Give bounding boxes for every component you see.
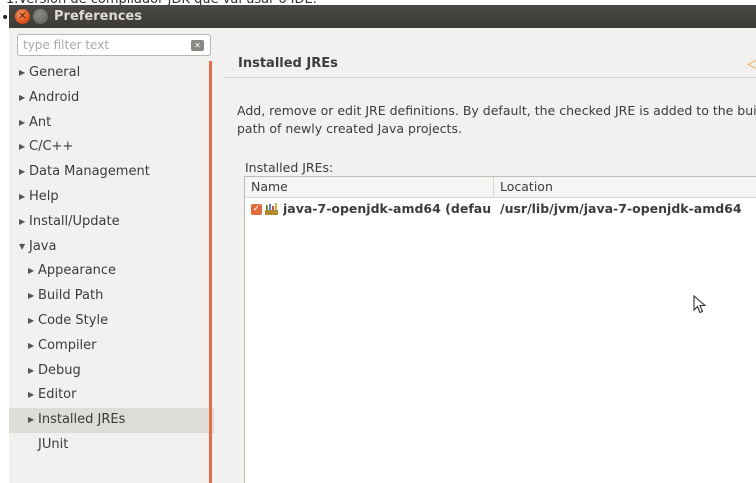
expand-right-icon[interactable]: ▶ xyxy=(19,61,29,86)
preferences-tree: ▶ General ▶ Android ▶ Ant ▶ C/C++ ▶ Data Manageme… xyxy=(9,61,214,458)
expand-right-icon[interactable]: ▶ xyxy=(28,259,38,284)
expand-right-icon[interactable]: ▶ xyxy=(19,111,29,136)
column-header-name[interactable]: Name xyxy=(251,179,288,194)
table-header: Name Location xyxy=(245,177,756,198)
tree-item[interactable]: ▶ Android xyxy=(9,86,214,111)
preferences-window: ✕ Preferences type filter text ✕ ▶ Genera… xyxy=(9,5,756,483)
tree-item-label: Build Path xyxy=(38,288,104,304)
tree-item-label: Install/Update xyxy=(29,213,120,229)
tree-item-label: Data Management xyxy=(29,164,150,180)
page-title: Installed JREs xyxy=(238,56,338,71)
expand-right-icon[interactable]: ▶ xyxy=(19,185,29,210)
expand-right-icon[interactable]: ▶ xyxy=(19,210,29,235)
expand-right-icon[interactable]: ▶ xyxy=(28,309,38,334)
tree-item-label: Debug xyxy=(38,362,81,378)
tree-item-label: Java xyxy=(29,238,57,254)
expand-right-icon[interactable]: ▶ xyxy=(19,86,29,111)
filter-placeholder: type filter text xyxy=(23,38,110,52)
tree-item-label: C/C++ xyxy=(29,139,74,155)
back-arrow-icon[interactable]: ◁ xyxy=(747,56,756,72)
tree-item[interactable]: ▶ Build Path xyxy=(9,284,214,309)
tree-item-label: Code Style xyxy=(38,312,109,328)
tree-item[interactable]: ▼ Java xyxy=(9,235,214,260)
tree-item-label: Installed JREs xyxy=(38,412,126,428)
description-line-1: Add, remove or edit JRE definitions. By … xyxy=(237,103,756,118)
tree-item[interactable]: ▶ Editor xyxy=(9,383,214,408)
preference-page: Installed JREs ◁ Add, remove or edit JRE… xyxy=(223,28,756,483)
tree-item[interactable]: ▶ C/C++ xyxy=(9,135,214,160)
jre-name-cell: java-7-openjdk-amd64 (default) xyxy=(283,201,491,216)
column-separator[interactable] xyxy=(493,177,494,198)
header-divider xyxy=(223,77,756,78)
expand-right-icon[interactable]: ▶ xyxy=(28,284,38,309)
expand-right-icon[interactable]: ▶ xyxy=(19,135,29,160)
jre-library-icon xyxy=(265,203,278,215)
installed-jres-label: Installed JREs: xyxy=(245,160,334,175)
window-title: Preferences xyxy=(54,9,142,24)
tree-item-label: Appearance xyxy=(38,263,117,279)
tree-item-label: Android xyxy=(29,89,80,105)
tree-item-label: Compiler xyxy=(38,337,97,353)
tree-item-label: General xyxy=(29,65,81,80)
column-header-location[interactable]: Location xyxy=(500,179,553,194)
mouse-pointer-icon xyxy=(693,295,707,314)
clear-filter-icon[interactable]: ✕ xyxy=(191,40,204,51)
tree-item[interactable]: ▶ Debug xyxy=(9,359,214,384)
tree-item[interactable]: ▶ Install/Update xyxy=(9,210,214,235)
jre-checkbox[interactable]: ✓ xyxy=(251,204,262,215)
filter-input[interactable]: type filter text ✕ xyxy=(17,34,211,56)
pane-splitter[interactable] xyxy=(209,61,212,483)
expand-down-icon[interactable]: ▼ xyxy=(19,235,29,260)
table-row[interactable]: ✓ java-7-openjdk-amd64 (default) /usr/li… xyxy=(245,199,756,219)
tree-item[interactable]: ▶ Compiler xyxy=(9,334,214,359)
expand-right-icon[interactable]: ▶ xyxy=(19,160,29,185)
minimize-icon[interactable] xyxy=(33,9,48,24)
expand-right-icon[interactable]: ▶ xyxy=(28,359,38,384)
title-bar: ✕ Preferences xyxy=(9,5,756,28)
expand-right-icon[interactable]: ▶ xyxy=(28,334,38,359)
tree-item[interactable]: ▶ Appearance xyxy=(9,259,214,284)
tree-item[interactable]: ▶ Code Style xyxy=(9,309,214,334)
jre-location-cell: /usr/lib/jvm/java-7-openjdk-amd64 xyxy=(500,201,742,216)
description-line-2: path of newly created Java projects. xyxy=(237,121,462,136)
tree-item-label: JUnit xyxy=(38,436,69,452)
tree-item[interactable]: JUnit xyxy=(9,433,214,458)
tree-item-label: Help xyxy=(29,188,59,204)
expand-right-icon[interactable]: ▶ xyxy=(28,383,38,408)
expand-right-icon[interactable]: ▶ xyxy=(28,408,38,433)
tree-item[interactable]: ▶ Ant xyxy=(9,111,214,136)
tree-item[interactable]: ▶ General xyxy=(9,61,214,86)
page-description: Add, remove or edit JRE definitions. By … xyxy=(237,102,756,138)
tree-item-label: Editor xyxy=(38,387,77,403)
tree-item[interactable]: ▶ Installed JREs xyxy=(9,408,214,433)
tree-item-label: Ant xyxy=(29,114,52,130)
jre-table: Name Location ✓ java-7-openjdk-amd64 (de… xyxy=(244,176,756,483)
close-icon[interactable]: ✕ xyxy=(15,9,30,24)
tree-item[interactable]: ▶ Help xyxy=(9,185,214,210)
tree-item[interactable]: ▶ Data Management xyxy=(9,160,214,185)
